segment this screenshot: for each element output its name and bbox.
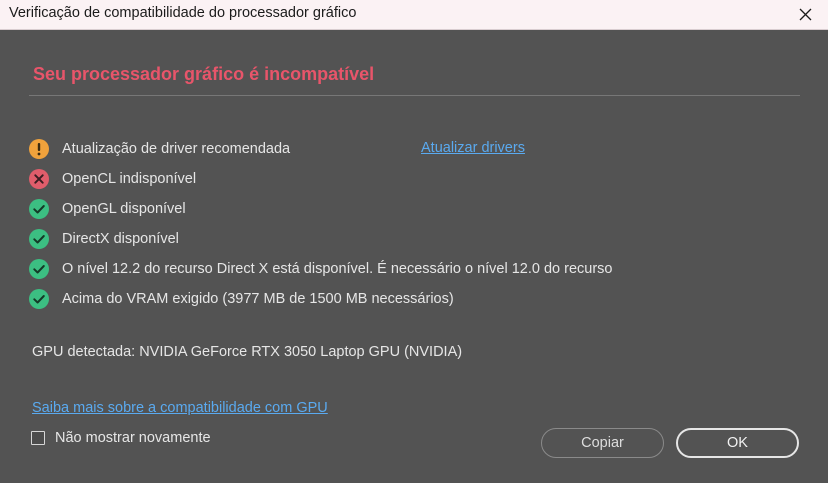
ok-button[interactable]: OK [676, 428, 799, 458]
gpu-compatibility-dialog: Verificação de compatibilidade do proces… [0, 0, 828, 483]
divider [29, 95, 800, 96]
close-icon [799, 8, 811, 21]
check-row-opengl: OpenGL disponível [29, 194, 809, 224]
check-icon [29, 259, 49, 279]
check-list: Atualização de driver recomendada Atuali… [29, 134, 809, 314]
check-row-driver: Atualização de driver recomendada Atuali… [29, 134, 809, 164]
check-icon [29, 199, 49, 219]
check-label: OpenCL indisponível [62, 171, 197, 187]
check-label: Acima do VRAM exigido (3977 MB de 1500 M… [62, 291, 454, 307]
learn-more-link[interactable]: Saiba mais sobre a compatibilidade com G… [32, 400, 328, 416]
close-button[interactable] [782, 0, 828, 29]
check-row-opencl: OpenCL indisponível [29, 164, 809, 194]
checkbox-box[interactable] [31, 431, 45, 445]
check-row-vram: Acima do VRAM exigido (3977 MB de 1500 M… [29, 284, 809, 314]
update-drivers-link[interactable]: Atualizar drivers [421, 140, 525, 156]
dont-show-again-label: Não mostrar novamente [55, 430, 211, 446]
dont-show-again-checkbox[interactable]: Não mostrar novamente [31, 430, 211, 446]
check-label: O nível 12.2 do recurso Direct X está di… [62, 261, 613, 277]
window-title: Verificação de compatibilidade do proces… [9, 5, 357, 21]
check-icon [29, 229, 49, 249]
check-row-directx: DirectX disponível [29, 224, 809, 254]
check-icon [29, 289, 49, 309]
error-icon [29, 169, 49, 189]
title-bar: Verificação de compatibilidade do proces… [0, 0, 828, 30]
check-row-feature-level: O nível 12.2 do recurso Direct X está di… [29, 254, 809, 284]
incompatible-heading: Seu processador gráfico é incompatível [33, 64, 375, 84]
check-label: OpenGL disponível [62, 201, 186, 217]
check-label: Atualização de driver recomendada [62, 141, 291, 157]
check-label: DirectX disponível [62, 231, 179, 247]
warning-icon [29, 139, 49, 159]
copy-button[interactable]: Copiar [541, 428, 664, 458]
gpu-detected-text: GPU detectada: NVIDIA GeForce RTX 3050 L… [32, 344, 463, 360]
